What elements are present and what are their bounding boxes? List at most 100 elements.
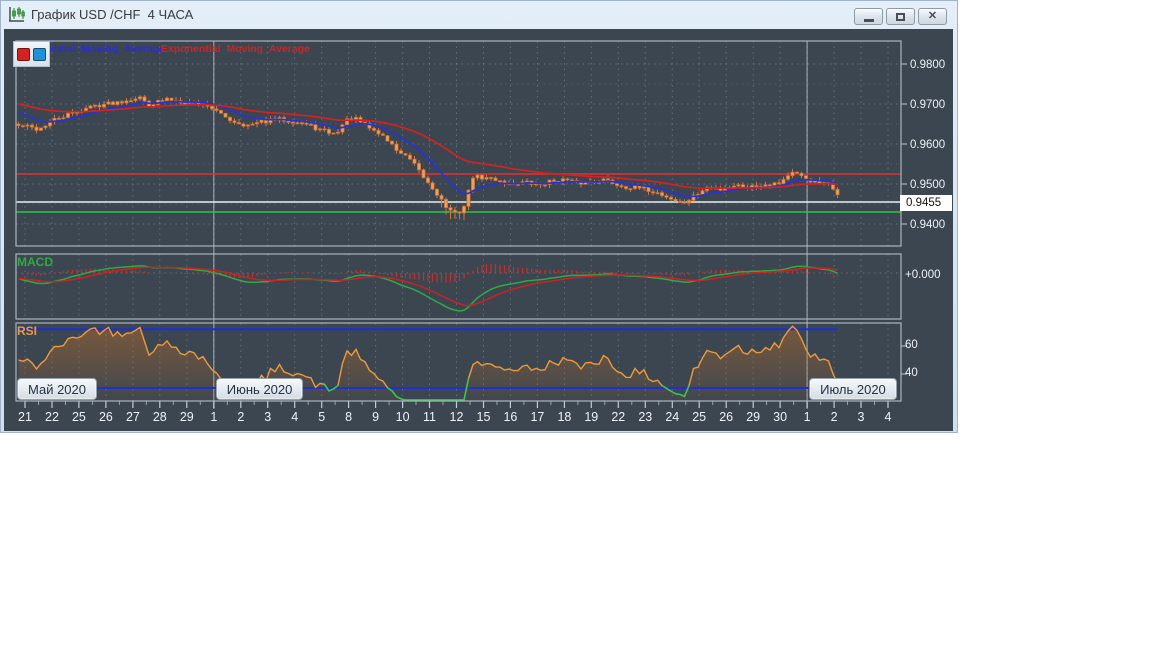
- candle: [655, 192, 660, 195]
- minimize-button[interactable]: [854, 8, 883, 25]
- x-axis-label: 10: [396, 410, 410, 424]
- candle: [403, 153, 408, 156]
- x-axis-label: 3: [858, 410, 865, 424]
- panel-border: [15, 253, 902, 320]
- horizontal-lines-layer: [16, 173, 901, 213]
- candle: [426, 177, 430, 184]
- candle: [165, 97, 169, 102]
- candle: [399, 150, 403, 154]
- x-axis-label: 15: [477, 410, 491, 424]
- candle: [619, 185, 624, 188]
- candle: [318, 128, 322, 131]
- candle: [435, 188, 439, 196]
- candle: [322, 128, 327, 131]
- macd-axis-value: +0.000: [905, 269, 941, 281]
- x-axis-label: 29: [180, 410, 194, 424]
- red-swatch-button[interactable]: [17, 47, 30, 61]
- candle: [138, 96, 142, 100]
- legend-ema-slow: Exponential_Moving_Average: [161, 43, 310, 55]
- macd-panel-label: MACD: [17, 255, 53, 269]
- x-axis-label: 25: [692, 410, 706, 424]
- window-titlebar[interactable]: График USD /CHF 4 ЧАСА ✕: [1, 1, 957, 29]
- candle: [30, 124, 34, 128]
- x-axis-label: 27: [126, 410, 140, 424]
- candle: [16, 123, 21, 126]
- x-axis-label: 1: [210, 410, 217, 424]
- candle: [241, 123, 246, 127]
- candle: [124, 100, 129, 104]
- x-axis-label: 26: [99, 410, 113, 424]
- candle: [57, 117, 61, 120]
- candle: [232, 120, 237, 123]
- x-axis-label: 16: [503, 410, 517, 424]
- price-axis-label: 0.9800: [910, 59, 945, 71]
- candle: [552, 179, 556, 182]
- x-axis-label: 22: [611, 410, 625, 424]
- candle: [471, 177, 475, 191]
- candle: [250, 123, 255, 126]
- x-axis-label: 28: [153, 410, 167, 424]
- month-badge-june: Июнь 2020: [215, 378, 304, 400]
- candle: [336, 131, 340, 134]
- chart-canvas[interactable]: 21 22 25 26 27 28 29 1 2 3 4 5 8 9 10 11 12 15 16 17 18 19 22 2…: [4, 29, 953, 431]
- candle: [93, 104, 97, 107]
- candle: [489, 177, 493, 179]
- candle: [376, 129, 381, 135]
- restore-button[interactable]: [886, 8, 915, 25]
- candle: [835, 188, 840, 196]
- x-axis-label: 24: [665, 410, 679, 424]
- candle: [682, 201, 687, 204]
- price-axis-label: 0.9700: [910, 99, 945, 111]
- chart-window: График USD /CHF 4 ЧАСА ✕ 21 22 25 26 27 28 29 1…: [0, 0, 958, 433]
- x-axis-label: 2: [237, 410, 244, 424]
- candle: [453, 209, 457, 213]
- candle: [615, 183, 619, 186]
- blue-swatch-button[interactable]: [33, 47, 46, 61]
- chart-app-icon: [8, 6, 26, 24]
- close-button[interactable]: ✕: [918, 8, 947, 25]
- rsi-axis-40: 40: [905, 367, 918, 379]
- candle: [664, 195, 669, 198]
- restore-icon: [896, 12, 905, 21]
- candle: [169, 97, 174, 101]
- candle: [475, 174, 480, 179]
- x-axis-label: 3: [264, 410, 271, 424]
- candle: [763, 184, 768, 187]
- price-axis-label: 0.9600: [910, 139, 945, 151]
- x-axis-label: 2: [831, 410, 838, 424]
- x-axis-label: 4: [885, 410, 892, 424]
- candle: [255, 122, 259, 125]
- candle: [543, 184, 547, 187]
- candle: [768, 184, 772, 187]
- month-badge-july: Июль 2020: [809, 378, 897, 400]
- candle: [741, 184, 745, 188]
- candle: [642, 186, 646, 189]
- macd-line: [18, 264, 838, 312]
- candle: [219, 110, 223, 114]
- indicator-color-buttons[interactable]: [13, 41, 50, 67]
- candle: [678, 200, 682, 203]
- candle: [673, 198, 678, 202]
- x-axis-label: 25: [72, 410, 86, 424]
- candle: [462, 206, 466, 214]
- candle: [394, 143, 399, 151]
- x-axis-label: 4: [291, 410, 298, 424]
- current-price-tag: 0.9455: [900, 195, 952, 211]
- candle: [385, 135, 390, 142]
- candle: [624, 186, 628, 190]
- candle: [412, 158, 417, 164]
- x-axis-label: 8: [345, 410, 352, 424]
- candle: [754, 185, 759, 188]
- candle: [300, 122, 304, 125]
- chart-plot: 21 22 25 26 27 28 29 1 2 3 4 5 8 9 10 11 12 15 16 17 18 19 22 2…: [15, 40, 945, 424]
- x-axis-label: 9: [372, 410, 379, 424]
- candle: [480, 174, 484, 180]
- candle: [309, 123, 313, 126]
- candle: [115, 101, 120, 105]
- candle: [381, 133, 385, 136]
- candle: [120, 101, 124, 104]
- candle: [160, 100, 165, 102]
- candle: [106, 101, 111, 105]
- candle: [421, 169, 426, 179]
- candle: [786, 175, 790, 180]
